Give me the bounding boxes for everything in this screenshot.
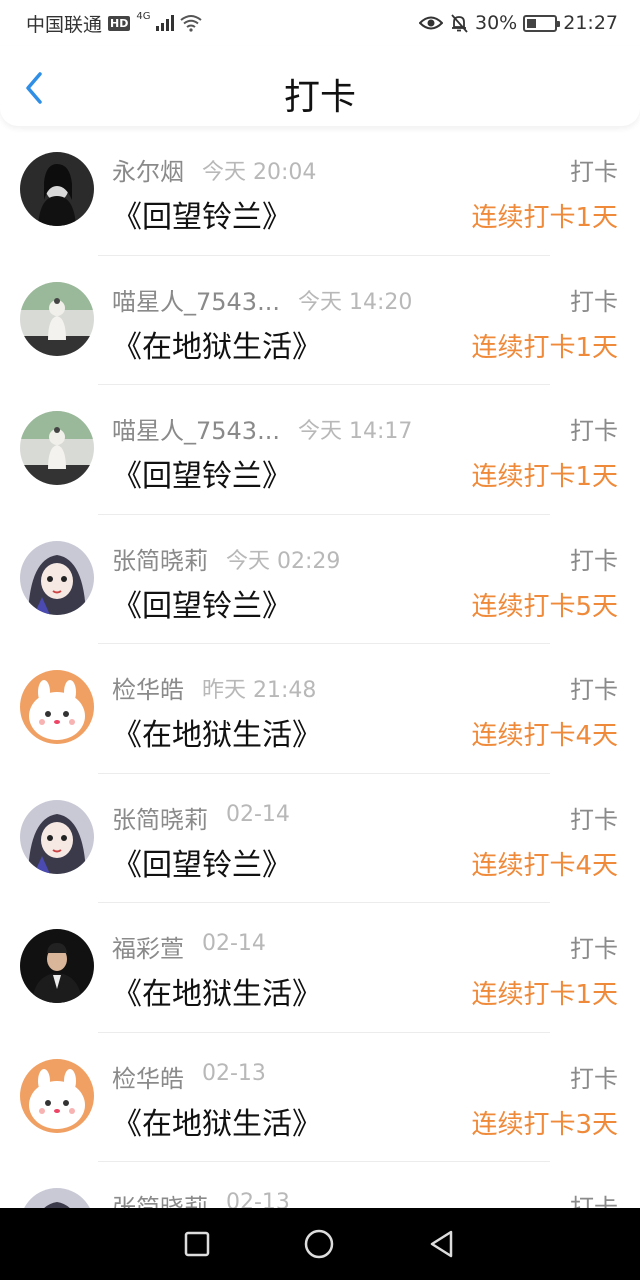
checkin-row[interactable]: 张简晓莉 02-14 《回望铃兰》 打卡连续打卡4天 <box>0 774 640 903</box>
app-header: 打卡 <box>0 46 640 126</box>
checkin-time: 02-14 <box>226 801 290 827</box>
avatar[interactable] <box>20 929 94 1003</box>
book-title[interactable]: 《回望铃兰》 <box>112 451 292 495</box>
book-title[interactable]: 《回望铃兰》 <box>112 840 292 884</box>
checkin-time: 今天 14:20 <box>298 289 413 315</box>
checkin-label: 打卡 <box>570 935 618 963</box>
checkin-time: 昨天 21:48 <box>202 678 317 703</box>
username[interactable]: 张简晓莉 <box>112 800 208 835</box>
checkin-label: 打卡 <box>570 1194 618 1208</box>
username[interactable]: 喵星人_7543... <box>112 282 280 317</box>
username[interactable]: 永尔烟 <box>112 152 184 187</box>
checkin-label: 打卡 <box>570 287 618 316</box>
checkin-row[interactable]: 张简晓莉 今天 02:29 《回望铃兰》 打卡连续打卡5天 <box>0 515 640 644</box>
battery-percent: 30% <box>475 12 518 34</box>
book-title[interactable]: 《在地狱生活》 <box>112 322 322 366</box>
streak-label: 连续打卡1天 <box>471 203 618 233</box>
streak-label: 连续打卡5天 <box>471 591 618 622</box>
checkin-time: 今天 14:17 <box>298 419 413 444</box>
avatar[interactable] <box>20 152 94 226</box>
checkin-label: 打卡 <box>570 1064 618 1093</box>
status-left: 中国联通 HD 4G <box>26 10 203 37</box>
avatar[interactable] <box>20 540 94 615</box>
checkin-time: 02-14 <box>202 931 266 956</box>
checkin-list: 永尔烟 今天 20:04 《回望铃兰》 打卡 连续打卡1天 喵星人_7543... 今天 1… <box>0 126 640 1208</box>
page-title: 打卡 <box>283 77 356 118</box>
battery-icon <box>523 14 561 32</box>
network-type: 4G <box>136 10 151 22</box>
carrier-label: 中国联通 <box>26 13 103 36</box>
checkin-row[interactable]: 福彩萱 02-14 《在地狱生活》 打卡连续打卡1天 <box>0 903 640 1033</box>
book-title[interactable]: 《回望铃兰》 <box>112 192 292 236</box>
avatar[interactable] <box>20 799 94 874</box>
triangle-back-icon[interactable] <box>427 1229 457 1259</box>
square-icon[interactable] <box>183 1230 211 1258</box>
checkin-time: 02-13 <box>226 1190 290 1208</box>
book-title[interactable]: 《回望铃兰》 <box>112 581 292 625</box>
username[interactable]: 检华皓 <box>112 1059 184 1094</box>
avatar[interactable] <box>20 1058 94 1133</box>
status-right: 30% 21:27 <box>419 12 618 34</box>
book-title[interactable]: 《在地狱生活》 <box>112 710 322 754</box>
checkin-row[interactable]: 喵星人_7543... 今天 14:17 《回望铃兰》 打卡连续打卡1天 <box>0 385 640 515</box>
status-bar: 中国联通 HD 4G 30% 21:27 <box>0 0 640 46</box>
eye-icon <box>419 16 443 30</box>
wifi-icon <box>180 15 203 32</box>
streak-label: 连续打卡1天 <box>471 332 618 363</box>
system-nav-bar <box>0 1208 640 1280</box>
mute-bell-icon <box>451 14 468 33</box>
checkin-row[interactable]: 检华皓 02-13 《在地狱生活》 打卡连续打卡3天 <box>0 1033 640 1162</box>
streak-label: 连续打卡3天 <box>471 1109 618 1140</box>
signal-icon <box>156 15 175 31</box>
checkin-time: 今天 20:04 <box>202 160 317 185</box>
book-title[interactable]: 《在地狱生活》 <box>112 1099 322 1143</box>
hd-badge: HD <box>108 15 131 31</box>
streak-label: 连续打卡1天 <box>471 980 618 1010</box>
checkin-label: 打卡 <box>570 158 618 186</box>
avatar[interactable] <box>20 411 94 485</box>
checkin-time: 02-13 <box>202 1060 266 1086</box>
checkin-label: 打卡 <box>570 417 618 445</box>
clock: 21:27 <box>563 12 618 34</box>
username[interactable]: 检华皓 <box>112 670 184 705</box>
checkin-row[interactable]: 永尔烟 今天 20:04 《回望铃兰》 打卡连续打卡1天 <box>0 126 640 256</box>
streak-label: 连续打卡1天 <box>471 462 618 492</box>
avatar[interactable] <box>20 281 94 356</box>
checkin-row[interactable]: 喵星人_7543... 今天 14:20 《在地狱生活》 打卡连续打卡1天 <box>0 256 640 385</box>
streak-label: 连续打卡4天 <box>471 721 618 751</box>
checkin-time: 今天 02:29 <box>226 548 341 574</box>
circle-icon[interactable] <box>303 1228 335 1260</box>
username[interactable]: 张简晓莉 <box>112 1188 208 1208</box>
checkin-label: 打卡 <box>570 546 618 575</box>
streak-label: 连续打卡4天 <box>471 850 618 881</box>
username[interactable]: 张简晓莉 <box>112 541 208 576</box>
avatar[interactable] <box>20 670 94 744</box>
book-title[interactable]: 《在地狱生活》 <box>112 969 322 1013</box>
checkin-row[interactable]: 检华皓 昨天 21:48 《在地狱生活》 打卡连续打卡4天 <box>0 644 640 774</box>
checkin-row[interactable]: 张简晓莉 02-13 打卡 <box>0 1162 640 1208</box>
avatar[interactable] <box>20 1188 94 1208</box>
checkin-label: 打卡 <box>570 676 618 704</box>
username[interactable]: 喵星人_7543... <box>112 411 280 446</box>
checkin-label: 打卡 <box>570 805 618 834</box>
username[interactable]: 福彩萱 <box>112 929 184 964</box>
